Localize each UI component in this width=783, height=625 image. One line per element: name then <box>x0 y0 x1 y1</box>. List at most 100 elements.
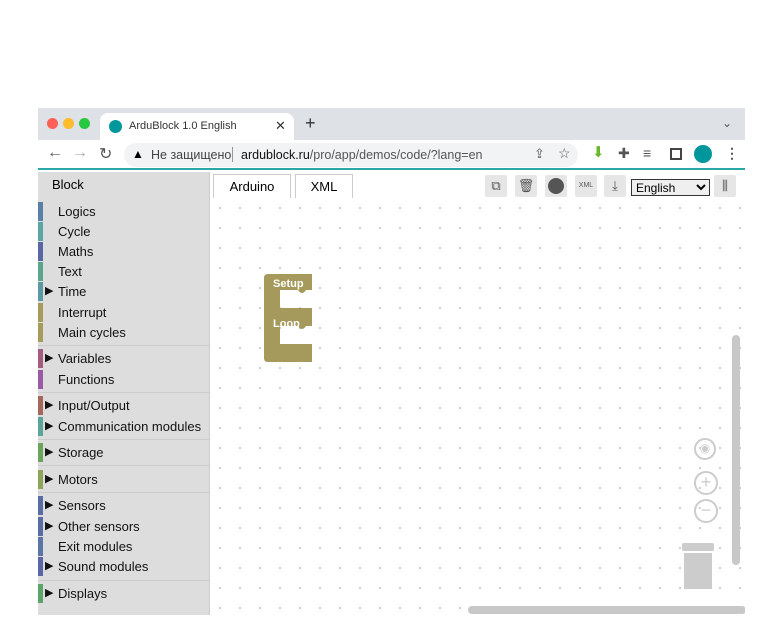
bookmark-star-icon[interactable]: ☆ <box>558 145 571 162</box>
category-label: Time <box>58 284 87 299</box>
category-color-bar <box>38 202 43 221</box>
forward-icon[interactable]: → <box>72 144 88 162</box>
expand-arrow-icon[interactable]: ▶ <box>45 396 53 415</box>
warning-icon: ▲ <box>132 147 144 161</box>
horizontal-scrollbar[interactable] <box>468 606 745 614</box>
minimize-window-button[interactable] <box>63 118 74 129</box>
trash-button[interactable]: 🗑 <box>515 175 537 197</box>
category-separator <box>38 345 210 346</box>
url-host: ardublock.ru <box>241 148 310 162</box>
close-window-button[interactable] <box>47 118 58 129</box>
expand-arrow-icon[interactable]: ▶ <box>45 496 53 515</box>
category-label: Maths <box>58 244 94 259</box>
category-color-bar <box>38 496 43 515</box>
setup-label: Setup <box>273 278 304 290</box>
expand-arrow-icon[interactable]: ▶ <box>45 282 53 301</box>
sidebar-item-exit-modules[interactable]: Exit modules <box>38 537 210 556</box>
tab-arduino[interactable]: Arduino <box>213 174 291 198</box>
browser-window: ArduBlock 1.0 English ✕ + ⌄ ← → ↻ ▲ Не з… <box>38 108 745 615</box>
profile-avatar[interactable] <box>694 145 712 163</box>
category-color-bar <box>38 537 43 556</box>
media-queue-icon[interactable]: ≡ <box>643 145 651 161</box>
sidebar-item-interrupt[interactable]: Interrupt <box>38 303 210 322</box>
new-tab-button[interactable]: + <box>305 113 316 134</box>
sidebar-item-other-sensors[interactable]: ▶ Other sensors <box>38 517 210 536</box>
category-color-bar <box>38 370 43 389</box>
category-color-bar <box>38 262 43 281</box>
category-color-bar <box>38 443 43 462</box>
library-button[interactable]: ⫼ <box>714 175 736 197</box>
block-category-sidebar: Block Logics Cycle Maths Text ▶ Time Interrupt… <box>38 172 210 615</box>
sidebar-item-input-output[interactable]: ▶ Input/Output <box>38 396 210 415</box>
category-color-bar <box>38 282 43 301</box>
expand-arrow-icon[interactable]: ▶ <box>45 584 53 603</box>
url: ardublock.ru/pro/app/demos/code/?lang=en <box>241 148 483 162</box>
sidebar-title: Block <box>52 177 84 192</box>
arduino-upload-button[interactable] <box>545 175 567 197</box>
sidebar-item-text[interactable]: Text <box>38 262 210 281</box>
download-extension-icon[interactable]: ⬇ <box>592 143 605 161</box>
reload-icon[interactable]: ↻ <box>99 144 112 164</box>
maximize-window-button[interactable] <box>79 118 90 129</box>
side-panel-icon[interactable] <box>670 148 682 160</box>
recenter-target-icon[interactable]: ◉ <box>694 438 716 460</box>
expand-arrow-icon[interactable]: ▶ <box>45 349 53 368</box>
sidebar-item-sensors[interactable]: ▶ Sensors <box>38 496 210 515</box>
category-color-bar <box>38 323 43 342</box>
sidebar-item-displays[interactable]: ▶ Displays <box>38 584 210 603</box>
trashcan-icon[interactable] <box>684 553 712 589</box>
sidebar-item-main-cycles[interactable]: Main cycles <box>38 323 210 342</box>
category-label: Input/Output <box>58 398 130 413</box>
download-button[interactable]: ⤓ <box>604 175 626 197</box>
sidebar-item-sound-modules[interactable]: ▶ Sound modules <box>38 557 210 576</box>
sidebar-item-motors[interactable]: ▶ Motors <box>38 470 210 489</box>
category-label: Cycle <box>58 224 91 239</box>
back-icon[interactable]: ← <box>47 144 63 162</box>
category-label: Exit modules <box>58 539 133 554</box>
browser-toolbar: ← → ↻ ▲ Не защищено ardublock.ru/pro/app… <box>38 140 745 170</box>
tab-xml[interactable]: XML <box>295 174 353 198</box>
expand-arrow-icon[interactable]: ▶ <box>45 517 53 536</box>
category-separator <box>38 492 210 493</box>
security-label[interactable]: Не защищено <box>151 148 231 162</box>
category-label: Storage <box>58 445 104 460</box>
sidebar-item-logics[interactable]: Logics <box>38 202 210 221</box>
category-color-bar <box>38 517 43 536</box>
zoom-out-icon[interactable]: − <box>694 499 718 523</box>
category-label: Functions <box>58 372 115 387</box>
vertical-scrollbar[interactable] <box>732 335 740 565</box>
chevron-down-icon[interactable]: ⌄ <box>722 116 732 130</box>
expand-arrow-icon[interactable]: ▶ <box>45 557 53 576</box>
tab-title: ArduBlock 1.0 English <box>129 120 237 132</box>
sidebar-item-time[interactable]: ▶ Time <box>38 282 210 301</box>
expand-arrow-icon[interactable]: ▶ <box>45 443 53 462</box>
category-label: Sensors <box>58 498 106 513</box>
workspace-canvas[interactable]: Setup Loop ◉ + − <box>210 198 745 615</box>
loop-label: Loop <box>273 318 300 330</box>
address-bar[interactable]: ▲ Не защищено ardublock.ru/pro/app/demos… <box>124 143 578 167</box>
category-color-bar <box>38 470 43 489</box>
expand-arrow-icon[interactable]: ▶ <box>45 470 53 489</box>
sidebar-item-communication-modules[interactable]: ▶ Communication modules <box>38 417 210 436</box>
category-separator <box>38 392 210 393</box>
sidebar-item-functions[interactable]: Functions <box>38 370 210 389</box>
xml-file-button[interactable]: XML <box>575 175 597 197</box>
language-select[interactable]: English <box>631 179 710 196</box>
copy-button[interactable]: ⧉ <box>485 175 507 197</box>
browser-tab[interactable]: ArduBlock 1.0 English ✕ <box>100 113 294 140</box>
extensions-puzzle-icon[interactable]: ✚ <box>618 145 630 162</box>
share-icon[interactable]: ⇪ <box>534 146 545 162</box>
category-color-bar <box>38 349 43 368</box>
sidebar-item-cycle[interactable]: Cycle <box>38 222 210 241</box>
sidebar-item-variables[interactable]: ▶ Variables <box>38 349 210 368</box>
menu-kebab-icon[interactable]: ⋮ <box>725 145 739 162</box>
category-separator <box>38 580 210 581</box>
arduino-favicon-icon <box>109 120 122 133</box>
sidebar-item-maths[interactable]: Maths <box>38 242 210 261</box>
sidebar-item-storage[interactable]: ▶ Storage <box>38 443 210 462</box>
close-tab-icon[interactable]: ✕ <box>275 118 286 134</box>
category-label: Sound modules <box>58 559 149 574</box>
zoom-in-icon[interactable]: + <box>694 471 718 495</box>
trash-lid-icon <box>682 543 714 551</box>
expand-arrow-icon[interactable]: ▶ <box>45 417 53 436</box>
